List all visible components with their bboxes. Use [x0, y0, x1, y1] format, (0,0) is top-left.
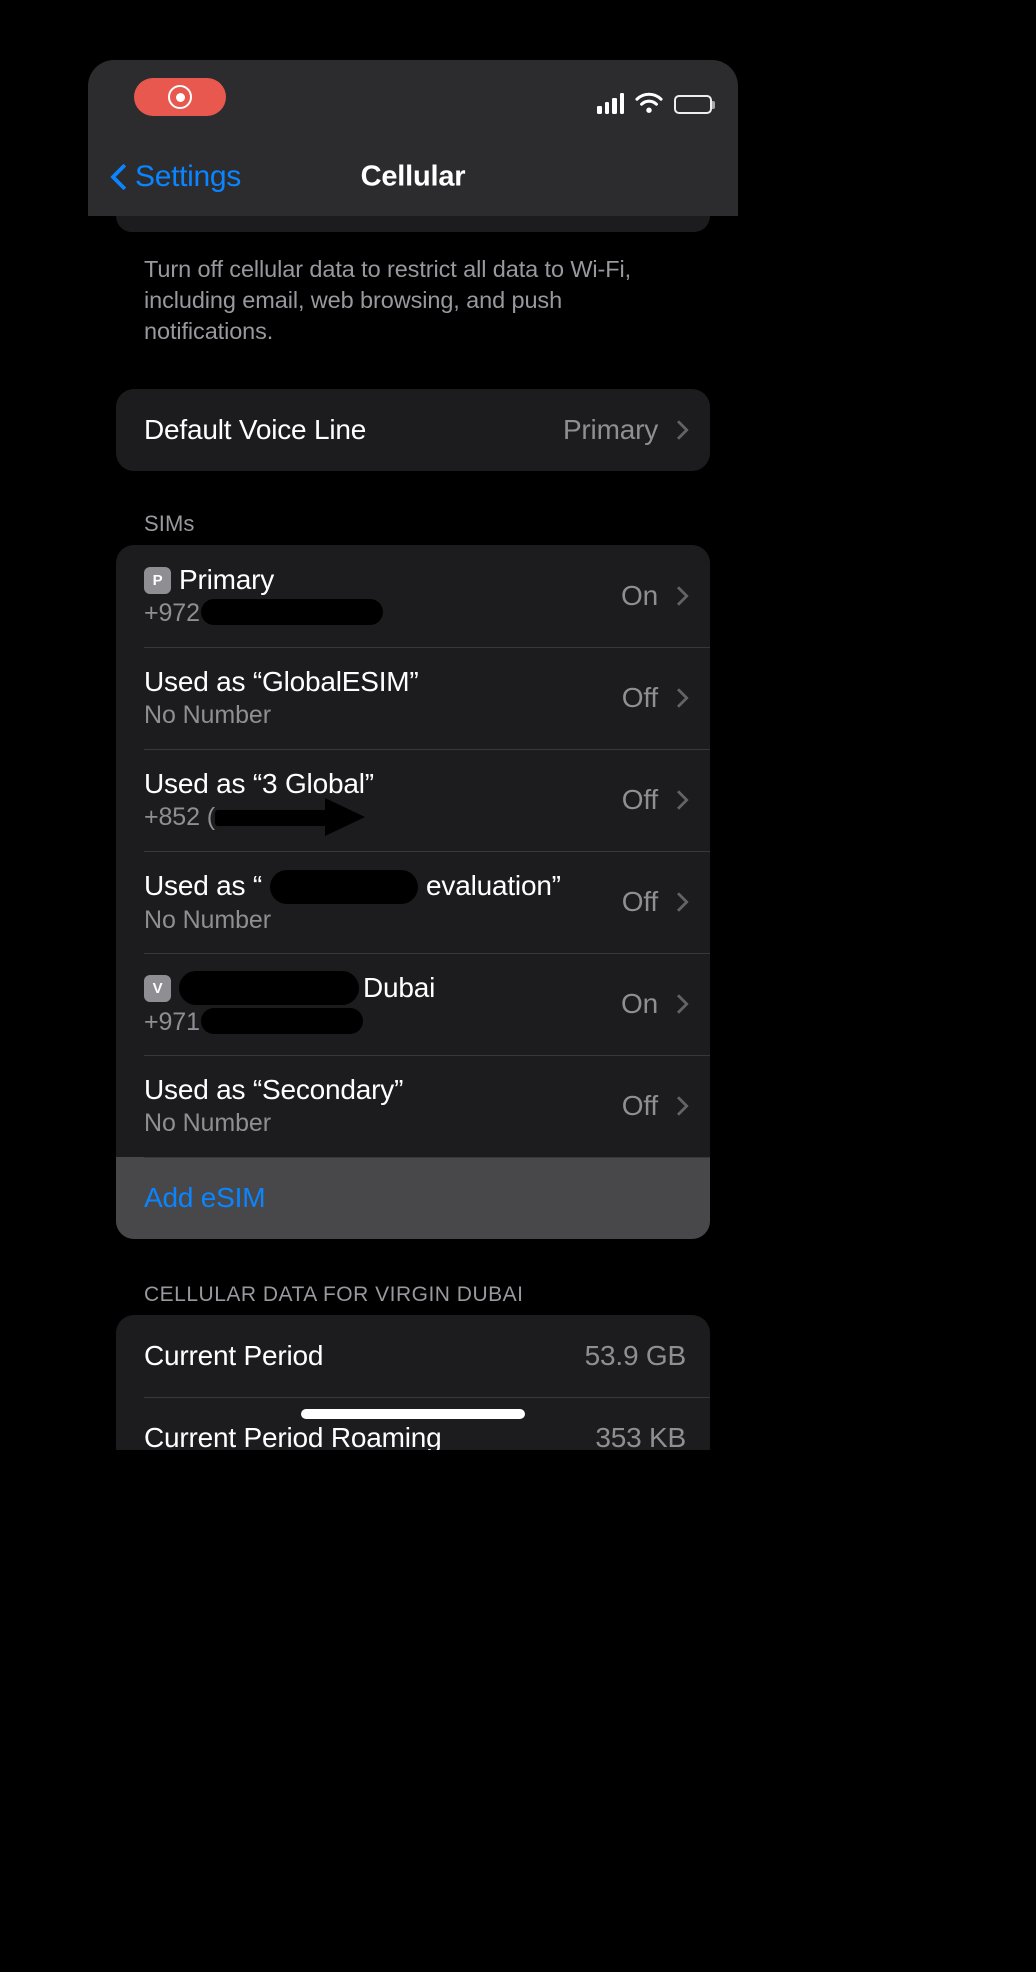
current-period-row[interactable]: Current Period 53.9 GB — [116, 1315, 710, 1397]
chevron-right-icon — [672, 788, 686, 812]
sim-name-suffix: Dubai — [363, 972, 436, 1003]
redaction-mark — [200, 1008, 363, 1035]
chevron-right-icon — [672, 584, 686, 608]
sims-section-header: SIMs — [144, 511, 195, 536]
default-voice-line-label: Default Voice Line — [144, 414, 367, 445]
default-voice-line-row[interactable]: Default Voice Line Primary — [116, 389, 710, 471]
phone-screen: Settings Cellular Turn off cellular data… — [88, 60, 738, 1450]
sim-title: P Primary — [144, 564, 621, 596]
sim-status: Off — [621, 682, 658, 713]
chevron-right-icon — [672, 890, 686, 914]
sim-name-label: Used as “GlobalESIM” — [144, 666, 419, 697]
sim-status: On — [621, 580, 658, 611]
sim-number: No Number — [144, 1109, 271, 1137]
settings-scroll-content[interactable]: Turn off cellular data to restrict all d… — [88, 216, 738, 1450]
default-voice-line-group: Default Voice Line Primary — [116, 389, 710, 471]
row-main: V Dubai +971 — [144, 971, 621, 1037]
row-main: Default Voice Line — [144, 414, 563, 446]
sim-title: V Dubai — [144, 971, 621, 1005]
sim-row-globalesim[interactable]: Used as “GlobalESIM” No Number Off — [116, 647, 710, 749]
nav-title-row: Settings Cellular — [88, 138, 738, 216]
sim-name-label: Primary — [179, 564, 275, 595]
chevron-right-icon — [672, 992, 686, 1016]
status-icons — [597, 80, 715, 114]
redaction-mark — [200, 599, 383, 626]
sim-title: Used as “ evaluation” — [144, 869, 622, 904]
sim-status: Off — [621, 886, 658, 917]
redaction-mark-arrow — [214, 798, 365, 837]
chevron-right-icon — [672, 686, 686, 710]
add-esim-button[interactable]: Add eSIM — [116, 1157, 710, 1239]
cellular-signal-icon — [597, 92, 624, 114]
redaction-mark — [270, 870, 419, 904]
sim-number: +852 ( — [144, 798, 622, 837]
record-icon — [168, 85, 192, 109]
sim-row-secondary[interactable]: Used as “Secondary” No Number Off — [116, 1055, 710, 1157]
sim-name-label: Used as “Secondary” — [144, 1074, 404, 1105]
sims-group: P Primary +972 On Used as “GlobalESIM” N… — [116, 545, 710, 1239]
current-period-roaming-row[interactable]: Current Period Roaming 353 KB — [116, 1397, 710, 1450]
home-indicator[interactable] — [301, 1409, 525, 1419]
current-period-roaming-label: Current Period Roaming — [144, 1422, 442, 1450]
sim-badge-v: V — [144, 974, 171, 1002]
sim-number: +972 — [144, 599, 621, 628]
row-main: Used as “ evaluation” No Number — [144, 869, 622, 935]
sim-number: No Number — [144, 701, 271, 729]
chevron-right-icon — [672, 418, 686, 442]
sim-name-prefix: Used as “ — [144, 870, 263, 901]
scrolled-group-remnant — [116, 216, 710, 232]
cellular-data-section-header: CELLULAR DATA FOR VIRGIN DUBAI — [144, 1283, 524, 1306]
screen-recording-indicator[interactable] — [134, 78, 226, 116]
page-title: Cellular — [360, 160, 466, 193]
sim-row-3-global[interactable]: Used as “3 Global” +852 ( Off — [116, 749, 710, 851]
row-main: Used as “GlobalESIM” No Number — [144, 666, 622, 730]
sim-row-virgin-dubai[interactable]: V Dubai +971 On — [116, 953, 710, 1055]
row-main: Current Period Roaming — [144, 1422, 595, 1450]
row-main: Used as “3 Global” +852 ( — [144, 768, 622, 837]
sim-name-suffix: evaluation” — [426, 870, 561, 901]
current-period-value: 53.9 GB — [584, 1340, 687, 1371]
sim-row-primary[interactable]: P Primary +972 On — [116, 545, 710, 647]
add-esim-label: Add eSIM — [144, 1182, 266, 1213]
sim-number-prefix: +972 — [144, 599, 200, 627]
sim-number: No Number — [144, 906, 271, 934]
navigation-bar: Settings Cellular — [88, 60, 738, 216]
sim-row-evaluation[interactable]: Used as “ evaluation” No Number Off — [116, 851, 710, 953]
sim-title: Used as “GlobalESIM” — [144, 666, 622, 698]
redaction-mark — [179, 971, 359, 1005]
sim-badge-p: P — [144, 566, 171, 594]
sim-name-label: Used as “3 Global” — [144, 768, 374, 799]
row-main: Add eSIM — [144, 1182, 686, 1214]
cellular-data-footer-note: Turn off cellular data to restrict all d… — [144, 256, 632, 344]
sim-status: Off — [621, 1090, 658, 1121]
default-voice-line-value: Primary — [562, 414, 658, 445]
sim-number-prefix: +971 — [144, 1008, 200, 1036]
sim-number: +971 — [144, 1008, 621, 1037]
record-dot — [175, 92, 185, 102]
sim-title: Used as “3 Global” — [144, 768, 622, 800]
current-period-roaming-value: 353 KB — [595, 1422, 686, 1450]
status-bar — [88, 60, 738, 138]
wifi-icon — [635, 92, 663, 114]
battery-icon — [674, 95, 715, 114]
row-main: Current Period — [144, 1340, 585, 1372]
sim-status: On — [621, 988, 658, 1019]
chevron-right-icon — [672, 1094, 686, 1118]
cellular-data-group: Current Period 53.9 GB Current Period Ro… — [116, 1315, 710, 1450]
sim-title: Used as “Secondary” — [144, 1074, 622, 1106]
row-main: P Primary +972 — [144, 564, 621, 628]
sim-status: Off — [621, 784, 658, 815]
row-main: Used as “Secondary” No Number — [144, 1074, 622, 1138]
sim-number-prefix: +852 ( — [144, 803, 215, 831]
current-period-label: Current Period — [144, 1340, 324, 1371]
